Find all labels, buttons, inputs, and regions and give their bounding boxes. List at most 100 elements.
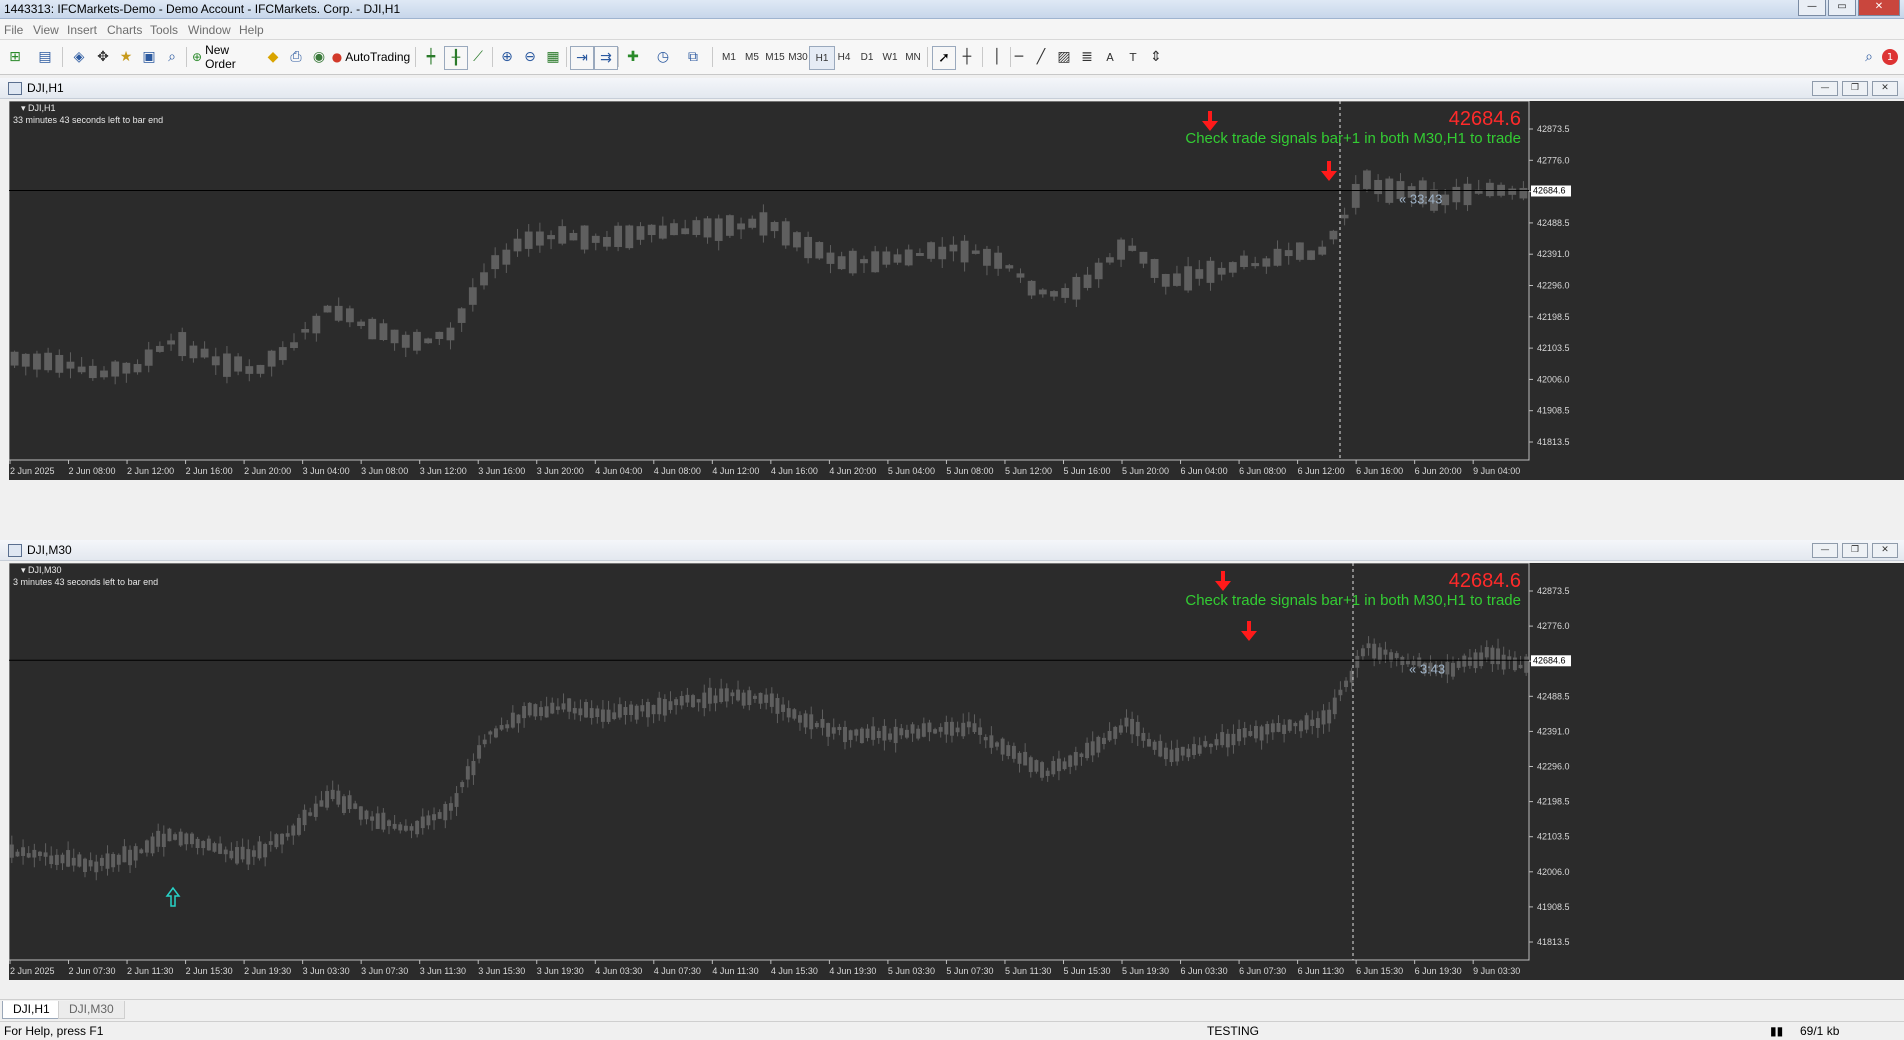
horizontal-line-icon[interactable]: ─ [1008, 46, 1030, 68]
candlestick-chart-h1[interactable]: 42873.542776.042583.542488.542391.042296… [8, 100, 1904, 480]
line-chart-icon[interactable]: ⟋ [467, 46, 489, 68]
maximize-button[interactable]: ▭ [1828, 0, 1856, 16]
candle-body [1192, 744, 1197, 756]
candle-body [448, 803, 453, 811]
bar-chart-icon[interactable]: ┿ [420, 46, 442, 68]
signals-icon[interactable]: ⎙ [285, 46, 307, 68]
indicators-icon[interactable]: ✚ [622, 46, 644, 68]
templates-icon[interactable]: ⧉ [682, 46, 704, 68]
candle [1173, 265, 1181, 287]
menu-tools[interactable]: Tools [150, 23, 178, 37]
candle-body [569, 232, 578, 241]
timeframe-w1[interactable]: W1 [878, 46, 902, 68]
chart-close-button[interactable]: ✕ [1872, 81, 1898, 96]
candle [674, 697, 679, 715]
crosshair-icon[interactable]: ┼ [956, 46, 978, 68]
new-chart-icon[interactable]: ⊞ [4, 46, 26, 68]
candle-body [603, 236, 611, 247]
time-axis-label: 3 Jun 04:00 [303, 466, 350, 476]
timeframe-d1[interactable]: D1 [855, 46, 879, 68]
candle-body [617, 704, 622, 718]
minimize-button[interactable]: — [1798, 0, 1826, 16]
profiles-icon[interactable]: ▤ [34, 46, 56, 68]
signal-broadcast-icon[interactable]: ◉ [308, 46, 330, 68]
candle [1000, 737, 1005, 761]
data-window-icon[interactable]: ✥ [92, 46, 114, 68]
search-icon[interactable]: ⌕ [1858, 46, 1880, 68]
tab-dji-m30[interactable]: DJI,M30 [58, 1001, 125, 1019]
cursor-icon[interactable]: ➚ [932, 46, 956, 70]
chart-close-button[interactable]: ✕ [1872, 543, 1898, 558]
tab-dji-h1[interactable]: DJI,H1 [2, 1001, 61, 1019]
menu-file[interactable]: File [4, 23, 23, 37]
timeframe-m1[interactable]: M1 [717, 46, 741, 68]
candle [786, 700, 791, 723]
candle [1282, 719, 1287, 743]
candle [290, 333, 298, 351]
timeframe-m30[interactable]: M30 [786, 46, 810, 68]
candle [580, 225, 589, 254]
close-button[interactable]: ✕ [1858, 0, 1900, 16]
menu-insert[interactable]: Insert [67, 23, 97, 37]
candle-body [882, 251, 891, 265]
chart-restore-button[interactable]: ❐ [1842, 543, 1868, 558]
candlestick-chart-m30[interactable]: 42873.542776.042583.542488.542391.042296… [8, 562, 1904, 980]
timeframe-m15[interactable]: M15 [763, 46, 787, 68]
trendline-icon[interactable]: ╱ [1030, 46, 1052, 68]
terminal-icon[interactable]: ▣ [138, 46, 160, 68]
candle [1463, 176, 1472, 212]
autotrading-button[interactable]: ● AutoTrading [332, 46, 410, 68]
candle-body [10, 351, 19, 366]
timeframe-mn[interactable]: MN [901, 46, 925, 68]
navigator-icon[interactable]: ★ [115, 46, 137, 68]
candle-body [21, 353, 30, 367]
zoom-out-icon[interactable]: ⊖ [519, 46, 541, 68]
autoscroll-icon[interactable]: ⇉ [594, 46, 618, 70]
candle [1113, 725, 1118, 745]
vertical-line-icon[interactable]: │ [986, 46, 1008, 68]
time-axis-label: 3 Jun 03:30 [303, 966, 350, 976]
price-axis-label: 42391.0 [1537, 726, 1570, 736]
timeframe-h4[interactable]: H4 [832, 46, 856, 68]
periods-icon[interactable]: ◷ [652, 46, 674, 68]
new-order-button[interactable]: ⊕ New Order [192, 43, 260, 71]
candle [55, 349, 64, 378]
chart-restore-button[interactable]: ❐ [1842, 81, 1868, 96]
metaeditor-icon[interactable]: ◆ [262, 46, 284, 68]
candle-body [49, 855, 54, 865]
candle [899, 723, 904, 740]
chart-minimize-button[interactable]: — [1812, 543, 1838, 558]
chart-canvas[interactable]: 42873.542776.042583.542488.542391.042296… [8, 100, 1904, 480]
candle-body [595, 708, 600, 718]
candle-body [128, 849, 133, 866]
candle [1329, 229, 1338, 245]
candle [468, 278, 477, 312]
fibonacci-icon[interactable]: ≣ [1076, 46, 1098, 68]
candlestick-icon[interactable]: ╂ [444, 46, 468, 70]
chart-shift-icon[interactable]: ⇥ [570, 46, 594, 70]
chart-canvas[interactable]: 42873.542776.042583.542488.542391.042296… [8, 562, 1904, 980]
chart-minimize-button[interactable]: — [1812, 81, 1838, 96]
timeframe-m5[interactable]: M5 [740, 46, 764, 68]
text-icon[interactable]: A [1099, 46, 1121, 68]
channel-icon[interactable]: ▨ [1053, 46, 1075, 68]
tile-windows-icon[interactable]: ▦ [542, 46, 564, 68]
text-label-icon[interactable]: T [1122, 46, 1144, 68]
candle [195, 836, 200, 855]
candle [826, 245, 835, 274]
market-watch-icon[interactable]: ◈ [68, 46, 90, 68]
menu-help[interactable]: Help [239, 23, 264, 37]
candle-body [167, 828, 172, 842]
strategy-tester-icon[interactable]: ⌕ [161, 46, 183, 68]
candle-body [1501, 654, 1506, 670]
candle [83, 857, 87, 878]
candle-body [871, 251, 880, 273]
candle [1068, 754, 1073, 775]
candle [358, 806, 363, 826]
menu-window[interactable]: Window [188, 23, 231, 37]
zoom-in-icon[interactable]: ⊕ [496, 46, 518, 68]
arrows-icon[interactable]: ⇕ [1145, 46, 1167, 68]
notifications-icon[interactable]: 1 [1882, 49, 1898, 65]
menu-view[interactable]: View [33, 23, 59, 37]
menu-charts[interactable]: Charts [107, 23, 142, 37]
